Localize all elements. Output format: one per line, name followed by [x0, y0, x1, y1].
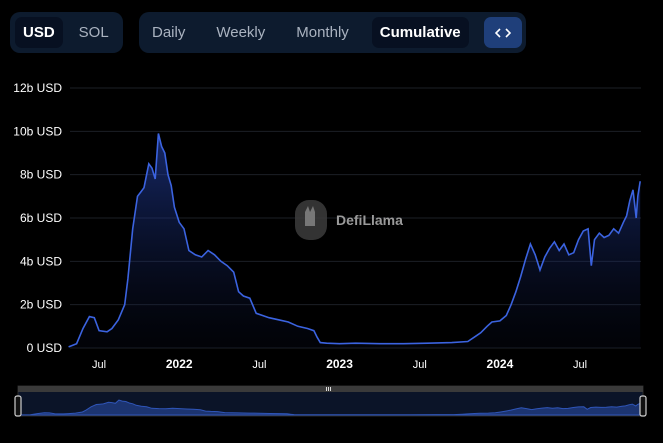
- brush-handle-left[interactable]: [14, 395, 22, 417]
- chart: 0 USD 2b USD 4b USD 6b USD 8b USD 10b USD 12b …: [13, 81, 647, 417]
- x-tick-label: Jul: [92, 359, 106, 371]
- x-tick-label: 2022: [166, 357, 193, 371]
- x-tick-label: Jul: [252, 359, 266, 371]
- y-tick-label: 0 USD: [27, 341, 63, 355]
- llama-logo-icon: [295, 200, 327, 240]
- y-tick-label: 8b USD: [20, 168, 62, 182]
- y-tick-label: 12b USD: [13, 81, 62, 95]
- x-tick-label: Jul: [413, 359, 427, 371]
- x-tick-label: 2023: [326, 357, 353, 371]
- grip-icon[interactable]: [326, 387, 331, 391]
- watermark: DefiLlama: [295, 200, 403, 240]
- range-brush: [14, 385, 647, 417]
- brush-handle-right[interactable]: [639, 395, 647, 417]
- x-axis: Jul 2022 Jul 2023 Jul 2024 Jul: [92, 357, 587, 371]
- y-tick-label: 2b USD: [20, 298, 62, 312]
- y-tick-label: 10b USD: [13, 124, 62, 138]
- watermark-text: DefiLlama: [336, 212, 403, 228]
- y-tick-label: 6b USD: [20, 211, 62, 225]
- y-axis: 0 USD 2b USD 4b USD 6b USD 8b USD 10b USD 12b …: [13, 81, 62, 355]
- x-tick-label: Jul: [573, 359, 587, 371]
- x-tick-label: 2024: [487, 357, 514, 371]
- y-tick-label: 4b USD: [20, 254, 62, 268]
